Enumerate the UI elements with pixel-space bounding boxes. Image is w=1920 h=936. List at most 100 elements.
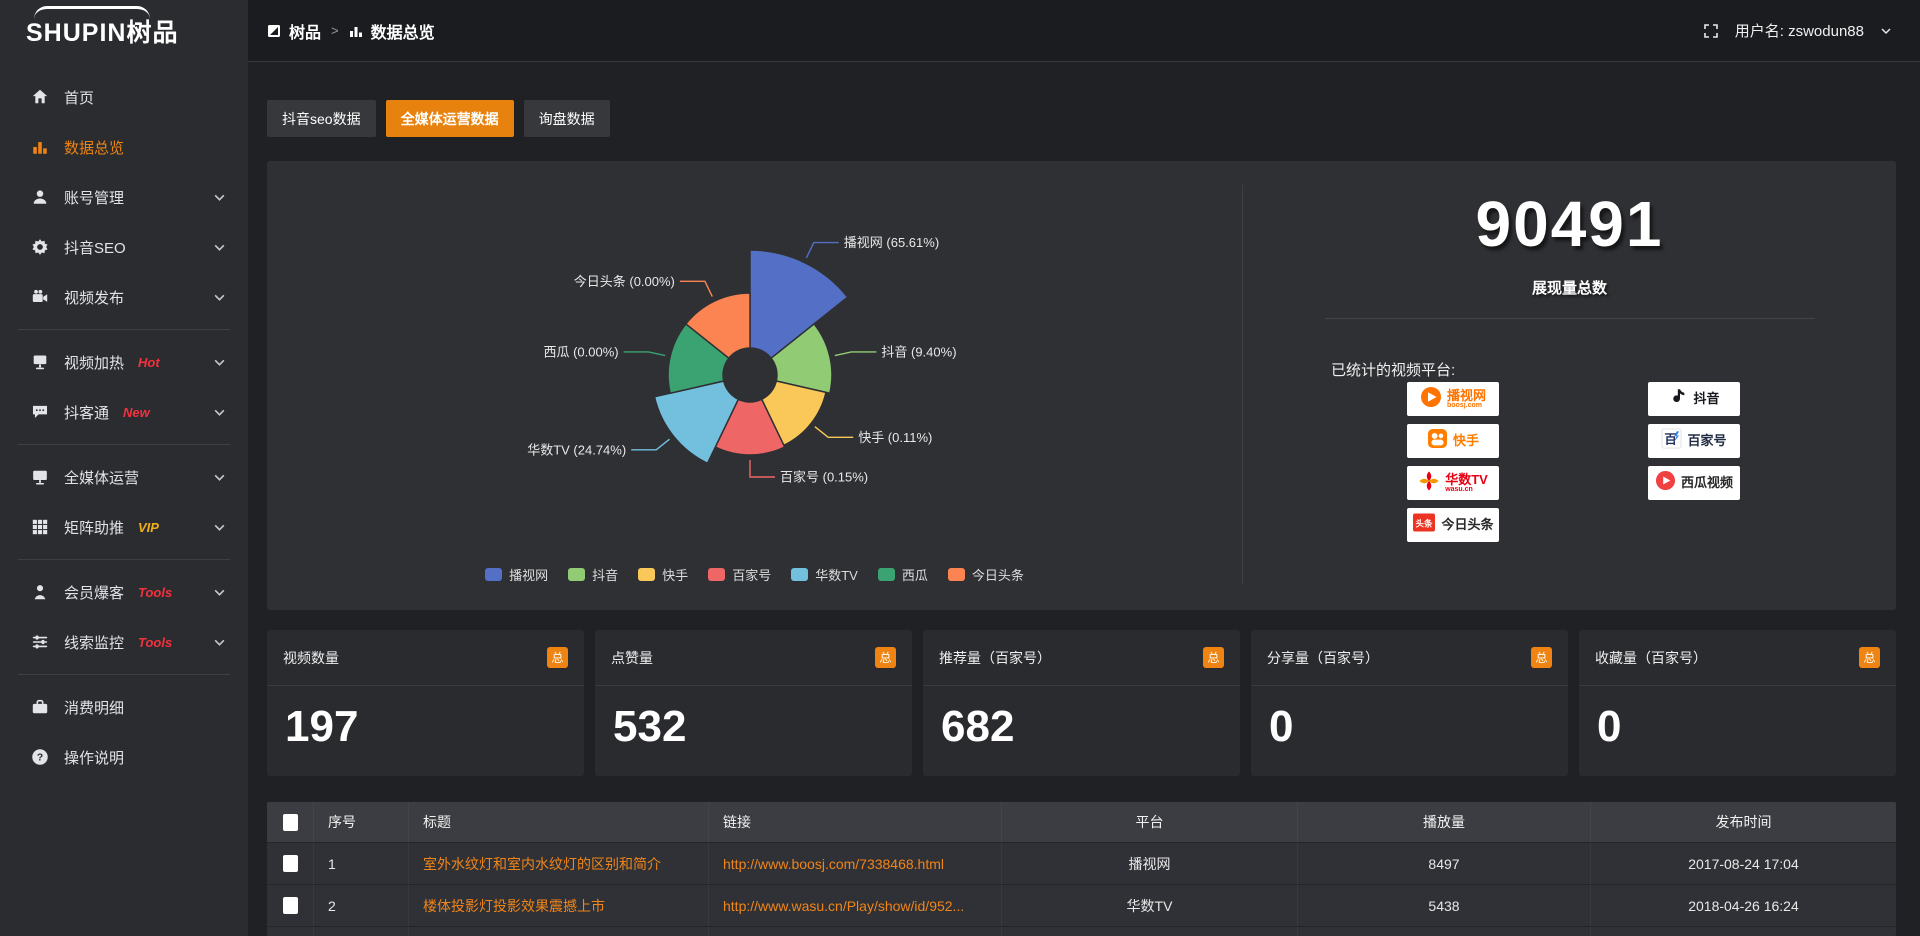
topbar-right: 用户名: zswodun88 <box>1703 20 1892 41</box>
chart-legend: 播视网 抖音 快手 百家号 华数TV 西瓜 今日头条 <box>267 565 1242 584</box>
breadcrumb-root[interactable]: 树品 <box>289 19 321 43</box>
sidebar-item-gear[interactable]: 抖音SEO <box>0 222 248 272</box>
stat-card-3: 分享量（百家号） 总 0 <box>1251 630 1568 776</box>
stat-card-value: 197 <box>267 686 584 752</box>
sidebar-item-help[interactable]: ? 操作说明 <box>0 732 248 782</box>
user-icon <box>30 187 50 207</box>
sidebar-item-member[interactable]: 会员爆客Tools <box>0 567 248 617</box>
sidebar-item-media[interactable]: 全媒体运营 <box>0 452 248 502</box>
sidebar-item-chart[interactable]: 数据总览 <box>0 122 248 172</box>
cell-time: 2017-08-24 17:04 <box>1590 843 1896 884</box>
sidebar-item-home[interactable]: 首页 <box>0 72 248 122</box>
label-leader-line <box>624 352 666 356</box>
col-header: 链接 <box>708 802 1001 842</box>
legend-item-4[interactable]: 华数TV <box>791 565 858 584</box>
heat-icon <box>30 352 50 372</box>
sidebar-item-wallet[interactable]: 消费明细 <box>0 682 248 732</box>
menu-divider <box>18 444 230 445</box>
platform-badge-name: 播视网 <box>1447 389 1486 403</box>
platform-badge-xigua: 西瓜视频 <box>1648 466 1740 500</box>
legend-swatch <box>878 568 895 581</box>
legend-item-1[interactable]: 抖音 <box>568 565 618 584</box>
sidebar-item-label: 消费明细 <box>64 697 124 718</box>
row-checkbox[interactable] <box>283 855 298 872</box>
app-logo[interactable]: SHUPIN树品 <box>0 0 248 62</box>
member-icon <box>30 582 50 602</box>
pie-slice-label: 百家号 (0.15%) <box>780 470 868 485</box>
stat-card-value: 532 <box>595 686 912 752</box>
chevron-down-icon <box>213 191 226 204</box>
sidebar-item-heat[interactable]: 视频加热Hot <box>0 337 248 387</box>
platform-badge-kuaishou: 快手 <box>1407 424 1499 458</box>
home-icon <box>30 87 50 107</box>
user-chevron-icon[interactable] <box>1880 25 1892 37</box>
total-badge[interactable]: 总 <box>1859 647 1880 668</box>
overview-panel: 播视网 (65.61%)抖音 (9.40%)快手 (0.11%)百家号 (0.1… <box>267 161 1896 610</box>
total-badge[interactable]: 总 <box>547 647 568 668</box>
cell-title-link[interactable] <box>408 927 708 936</box>
gear-icon <box>30 237 50 257</box>
cell-no: 2 <box>313 885 408 926</box>
tab-2[interactable]: 询盘数据 <box>524 100 610 137</box>
cell-platform <box>1001 927 1297 936</box>
rose-chart: 播视网 (65.61%)抖音 (9.40%)快手 (0.11%)百家号 (0.1… <box>267 161 1242 610</box>
legend-item-2[interactable]: 快手 <box>638 565 688 584</box>
username-label[interactable]: 用户名: zswodun88 <box>1735 20 1864 41</box>
pie-slice-label: 快手 (0.11%) <box>858 430 932 445</box>
legend-item-6[interactable]: 今日头条 <box>948 565 1024 584</box>
sidebar-item-video[interactable]: 视频发布 <box>0 272 248 322</box>
sidebar-item-label: 全媒体运营 <box>64 467 139 488</box>
platform-badge-baijiahao: 百 百家号 <box>1648 424 1740 458</box>
legend-item-3[interactable]: 百家号 <box>708 565 771 584</box>
total-badge[interactable]: 总 <box>1531 647 1552 668</box>
tab-1[interactable]: 全媒体运营数据 <box>386 100 514 137</box>
stat-card-label: 分享量（百家号） <box>1267 648 1379 668</box>
sidebar-item-label: 视频发布 <box>64 287 124 308</box>
topbar: 树品 > 数据总览 用户名: zswodun88 <box>248 0 1920 62</box>
cell-title-link[interactable]: 楼体投影灯投影效果震撼上市 <box>408 885 708 926</box>
platform-badge-name: 百家号 <box>1687 434 1726 448</box>
total-impressions-caption: 展现量总数 <box>1243 277 1896 298</box>
cell-url-link[interactable] <box>708 927 1001 936</box>
legend-swatch <box>948 568 965 581</box>
legend-item-5[interactable]: 西瓜 <box>878 565 928 584</box>
sidebar-item-grid[interactable]: 矩阵助推VIP <box>0 502 248 552</box>
legend-swatch <box>791 568 808 581</box>
breadcrumb: 树品 > 数据总览 <box>267 19 435 43</box>
sidebar-item-user[interactable]: 账号管理 <box>0 172 248 222</box>
cell-url-link[interactable]: http://www.wasu.cn/Play/show/id/952... <box>708 885 1001 926</box>
legend-label: 播视网 <box>509 565 548 584</box>
total-badge[interactable]: 总 <box>1203 647 1224 668</box>
cell-url-link[interactable]: http://www.boosj.com/7338468.html <box>708 843 1001 884</box>
summary-panel: 90491 展现量总数 已统计的视频平台: 播视网boosj.com 抖音 快手… <box>1243 161 1896 610</box>
cell-time: 2018-04-26 16:24 <box>1590 885 1896 926</box>
tab-0[interactable]: 抖音seo数据 <box>267 100 376 137</box>
stat-card-value: 0 <box>1251 686 1568 752</box>
select-all-checkbox[interactable] <box>283 814 298 831</box>
legend-label: 百家号 <box>732 565 771 584</box>
menu-divider <box>18 559 230 560</box>
videos-table: 序号 标题 链接 平台 播放量 发布时间 1 室外水纹灯和室内水纹灯的区别和简介… <box>267 802 1896 936</box>
chat-icon <box>30 402 50 422</box>
cell-no <box>313 927 408 936</box>
stat-card-2: 推荐量（百家号） 总 682 <box>923 630 1240 776</box>
fullscreen-icon[interactable] <box>1703 23 1719 39</box>
chevron-down-icon <box>213 636 226 649</box>
sidebar-item-chat[interactable]: 抖客通New <box>0 387 248 437</box>
cell-plays <box>1297 927 1590 936</box>
cell-title-link[interactable]: 室外水纹灯和室内水纹灯的区别和简介 <box>408 843 708 884</box>
cell-plays: 5438 <box>1297 885 1590 926</box>
menu-divider <box>18 674 230 675</box>
total-badge[interactable]: 总 <box>875 647 896 668</box>
cell-platform: 华数TV <box>1001 885 1297 926</box>
chart-icon <box>30 137 50 157</box>
pie-slice-label: 西瓜 (0.00%) <box>543 344 618 359</box>
menu-tag-tools: Tools <box>138 635 172 650</box>
sidebar-item-sliders[interactable]: 线索监控Tools <box>0 617 248 667</box>
legend-label: 华数TV <box>815 565 858 584</box>
rose-chart-area: 播视网 (65.61%)抖音 (9.40%)快手 (0.11%)百家号 (0.1… <box>267 161 1242 610</box>
row-checkbox[interactable] <box>283 897 298 914</box>
sidebar-item-label: 矩阵助推 <box>64 517 124 538</box>
stat-card-label: 收藏量（百家号） <box>1595 648 1707 668</box>
legend-item-0[interactable]: 播视网 <box>485 565 548 584</box>
